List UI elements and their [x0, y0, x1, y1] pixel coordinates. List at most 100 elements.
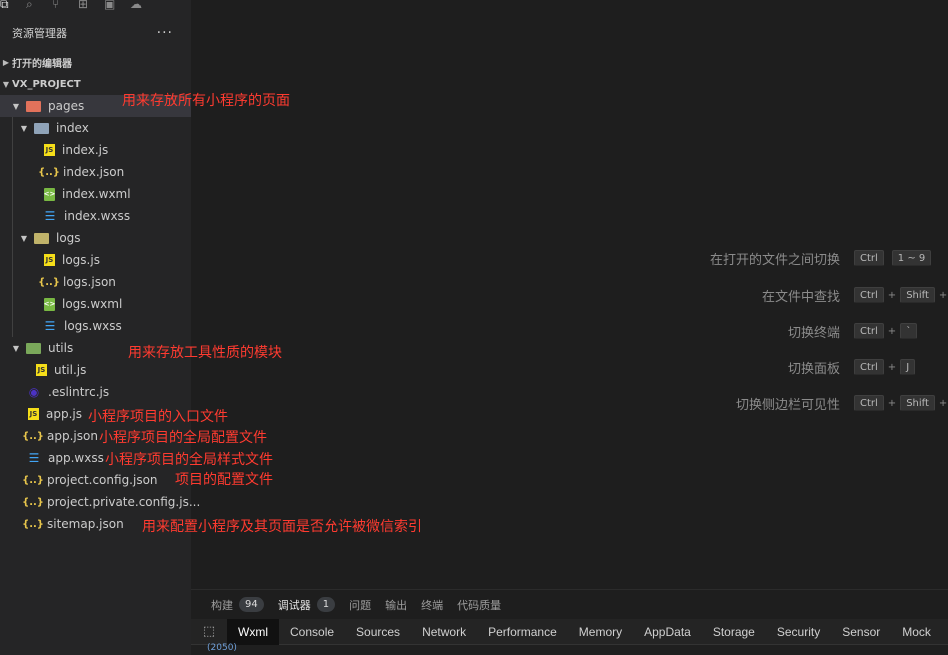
devtab-sensor[interactable]: Sensor: [831, 619, 891, 645]
shortcut-toggle-panel: 切换面板 Ctrl + J: [690, 357, 916, 377]
tree-item-label: logs: [56, 231, 81, 245]
plus-sign: +: [938, 397, 948, 409]
tree-item-label: index.js: [62, 143, 109, 157]
tree-item-label: app.wxss: [48, 451, 104, 465]
tree-item-label: logs.wxml: [62, 297, 123, 311]
js-file-icon: JS: [28, 408, 39, 420]
more-actions-icon[interactable]: ···: [157, 25, 173, 41]
json-file-icon: {..}: [22, 430, 44, 442]
shortcut-label: 切换侧边栏可见性: [735, 397, 840, 413]
explorer-title: 资源管理器: [12, 27, 67, 40]
json-file-icon: {..}: [22, 496, 44, 508]
js-file-icon: JS: [44, 144, 55, 156]
tree-item-project-config[interactable]: {..} project.config.json: [0, 469, 191, 491]
shortcut-label: 切换面板: [787, 361, 840, 377]
shortcut-label: 在文件中查找: [761, 289, 840, 305]
section-open-editors[interactable]: ▶ 打开的编辑器: [0, 51, 191, 73]
tree-item-index-folder[interactable]: ▼ index: [0, 117, 191, 139]
note-utils: 用来存放工具性质的模块: [128, 345, 282, 361]
tree-item-label: sitemap.json: [47, 517, 124, 531]
devtab-sources[interactable]: Sources: [345, 619, 411, 645]
json-file-icon: {..}: [38, 276, 60, 288]
note-sitemap: 用来配置小程序及其页面是否允许被微信索引: [142, 519, 422, 535]
tree-item-label: index.json: [63, 165, 125, 179]
tab-output[interactable]: 输出: [385, 597, 407, 613]
activity-bar: ⧉ ⌕ ⑂ ⊞ ▣ ☁: [0, 0, 191, 14]
search-icon[interactable]: ⌕: [26, 0, 42, 10]
inspect-element-icon[interactable]: ⬚: [191, 619, 227, 645]
note-project-config: 项目的配置文件: [175, 472, 273, 488]
source-control-icon[interactable]: ⑂: [52, 0, 68, 10]
tree-item-index-wxss[interactable]: ☰ index.wxss: [0, 205, 191, 227]
devtab-memory[interactable]: Memory: [568, 619, 633, 645]
shortcut-toggle-sidebar: 切换侧边栏可见性 Ctrl + Shift + B: [690, 393, 948, 413]
tree-item-logs-folder[interactable]: ▼ logs: [0, 227, 191, 249]
tab-build[interactable]: 构建 94: [211, 597, 264, 613]
chevron-down-icon: ▼: [20, 123, 28, 133]
tree-item-label: pages: [48, 99, 85, 113]
devtab-security[interactable]: Security: [766, 619, 831, 645]
eslint-file-icon: ◉: [28, 385, 40, 399]
shortcut-label: 在打开的文件之间切换: [709, 252, 840, 268]
devtab-console[interactable]: Console: [279, 619, 345, 645]
key: Shift: [900, 287, 935, 303]
devtab-mock[interactable]: Mock: [891, 619, 942, 645]
note-pages: 用来存放所有小程序的页面: [122, 93, 290, 109]
key: J: [900, 359, 916, 375]
key: `: [900, 323, 918, 339]
tree-item-util-js[interactable]: JS util.js: [0, 359, 191, 381]
plus-sign: +: [887, 361, 897, 373]
tree-item-logs-wxml[interactable]: <> logs.wxml: [0, 293, 191, 315]
key: Ctrl: [854, 323, 884, 339]
devtab-appdata[interactable]: AppData: [633, 619, 702, 645]
tree-item-logs-wxss[interactable]: ☰ logs.wxss: [0, 315, 191, 337]
key: Ctrl: [854, 395, 884, 411]
tree-item-logs-js[interactable]: JS logs.js: [0, 249, 191, 271]
devtab-performance[interactable]: Performance: [477, 619, 568, 645]
key: Ctrl: [854, 250, 884, 266]
chevron-down-icon: ▼: [12, 101, 20, 111]
tree-item-label: app.js: [46, 407, 82, 421]
tree-item-index-js[interactable]: JS index.js: [0, 139, 191, 161]
explorer-header: 资源管理器 ···: [0, 14, 191, 52]
tree-item-label: index.wxss: [64, 209, 131, 223]
key: Ctrl: [854, 287, 884, 303]
tree-item-project-private-config[interactable]: {..} project.private.config.js...: [0, 491, 200, 513]
tree-item-index-json[interactable]: {..} index.json: [0, 161, 191, 183]
tab-terminal[interactable]: 终端: [421, 597, 443, 613]
json-file-icon: {..}: [22, 474, 44, 486]
devtab-wxml[interactable]: Wxml: [227, 618, 279, 645]
tree-item-label: index: [56, 121, 89, 135]
tree-item-label: logs.json: [63, 275, 116, 289]
plus-sign: +: [938, 289, 948, 301]
wxml-file-icon: <>: [44, 187, 55, 201]
devtab-network[interactable]: Network: [411, 619, 477, 645]
tree-item-label: project.config.json: [47, 473, 158, 487]
chevron-down-icon: ▼: [20, 233, 28, 243]
tree-item-eslintrc[interactable]: ◉ .eslintrc.js: [0, 381, 191, 403]
explorer-sidebar: 资源管理器 ··· ▶ 打开的编辑器 ▼ VX_PROJECT ▼ pages …: [0, 14, 200, 655]
note-app-js: 小程序项目的入口文件: [88, 409, 228, 425]
tree-item-index-wxml[interactable]: <> index.wxml: [0, 183, 191, 205]
plus-sign: +: [887, 397, 897, 409]
tab-debugger[interactable]: 调试器 1: [278, 597, 336, 613]
devtab-storage[interactable]: Storage: [702, 619, 766, 645]
section-project-label: VX_PROJECT: [12, 78, 81, 90]
panel-tabs: 构建 94 调试器 1 问题 输出 终端 代码质量: [191, 589, 948, 619]
cloud-icon[interactable]: ☁: [130, 0, 146, 10]
tree-item-logs-json[interactable]: {..} logs.json: [0, 271, 191, 293]
save-icon[interactable]: ▣: [104, 0, 120, 10]
explorer-icon[interactable]: ⧉: [0, 0, 16, 10]
shortcut-find-in-files: 在文件中查找 Ctrl + Shift + F: [690, 285, 948, 305]
tab-code-quality[interactable]: 代码质量: [457, 597, 501, 613]
tree-item-label: project.private.config.js...: [47, 495, 201, 509]
tab-problems[interactable]: 问题: [349, 597, 371, 613]
shortcut-switch-files: 在打开的文件之间切换 Ctrl 1 ~ 9: [690, 248, 932, 268]
folder-icon: [34, 232, 49, 244]
extensions-icon[interactable]: ⊞: [78, 0, 94, 10]
wxss-file-icon: ☰: [44, 319, 56, 333]
key: Shift: [900, 395, 935, 411]
chevron-right-icon: ▶: [2, 57, 10, 67]
folder-utils-icon: [26, 342, 41, 354]
wxss-file-icon: ☰: [44, 209, 56, 223]
